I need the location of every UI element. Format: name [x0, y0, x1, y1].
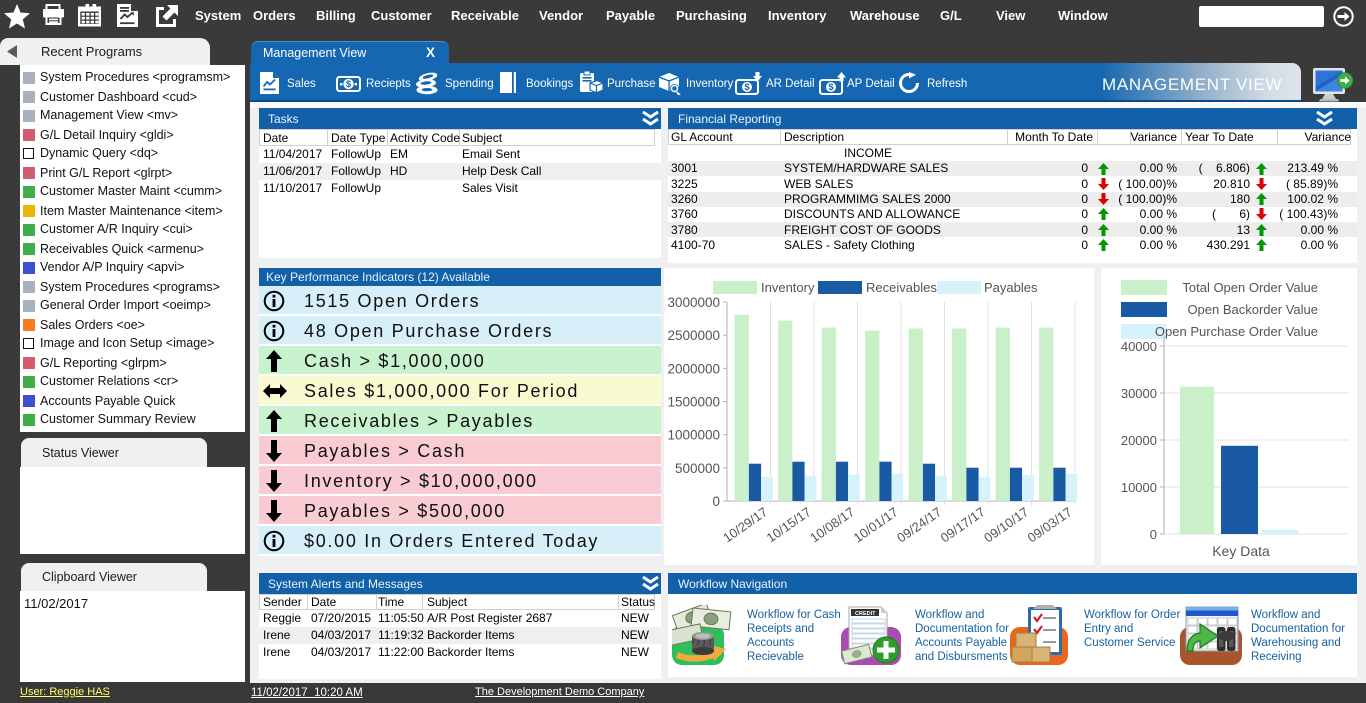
svg-text:Receivables: Receivables	[866, 280, 937, 295]
svg-text:1000000: 1000000	[667, 428, 720, 443]
svg-text:Key Data: Key Data	[1212, 543, 1270, 559]
svg-text:$: $	[346, 79, 352, 90]
svg-text:Inventory: Inventory	[761, 280, 815, 295]
svg-text:0: 0	[1150, 527, 1157, 542]
svg-text:Payables: Payables	[984, 280, 1038, 295]
svg-text:$: $	[828, 82, 834, 93]
svg-text:40000: 40000	[1121, 339, 1157, 354]
svg-text:2000000: 2000000	[667, 361, 720, 376]
svg-text:Total Open Order Value: Total Open Order Value	[1182, 280, 1318, 295]
svg-text:10000: 10000	[1121, 480, 1157, 495]
svg-text:CREDIT: CREDIT	[855, 611, 876, 617]
svg-text:30000: 30000	[1121, 386, 1157, 401]
svg-text:20000: 20000	[1121, 433, 1157, 448]
svg-text:2500000: 2500000	[667, 328, 720, 343]
svg-text:500000: 500000	[675, 461, 720, 476]
svg-text:3000000: 3000000	[667, 295, 720, 310]
svg-text:$: $	[744, 82, 750, 93]
svg-text:Open Backorder Value: Open Backorder Value	[1187, 302, 1318, 317]
svg-text:0: 0	[712, 494, 720, 509]
svg-text:1500000: 1500000	[667, 395, 720, 410]
svg-text:Open Purchase Order Value: Open Purchase Order Value	[1155, 324, 1318, 339]
